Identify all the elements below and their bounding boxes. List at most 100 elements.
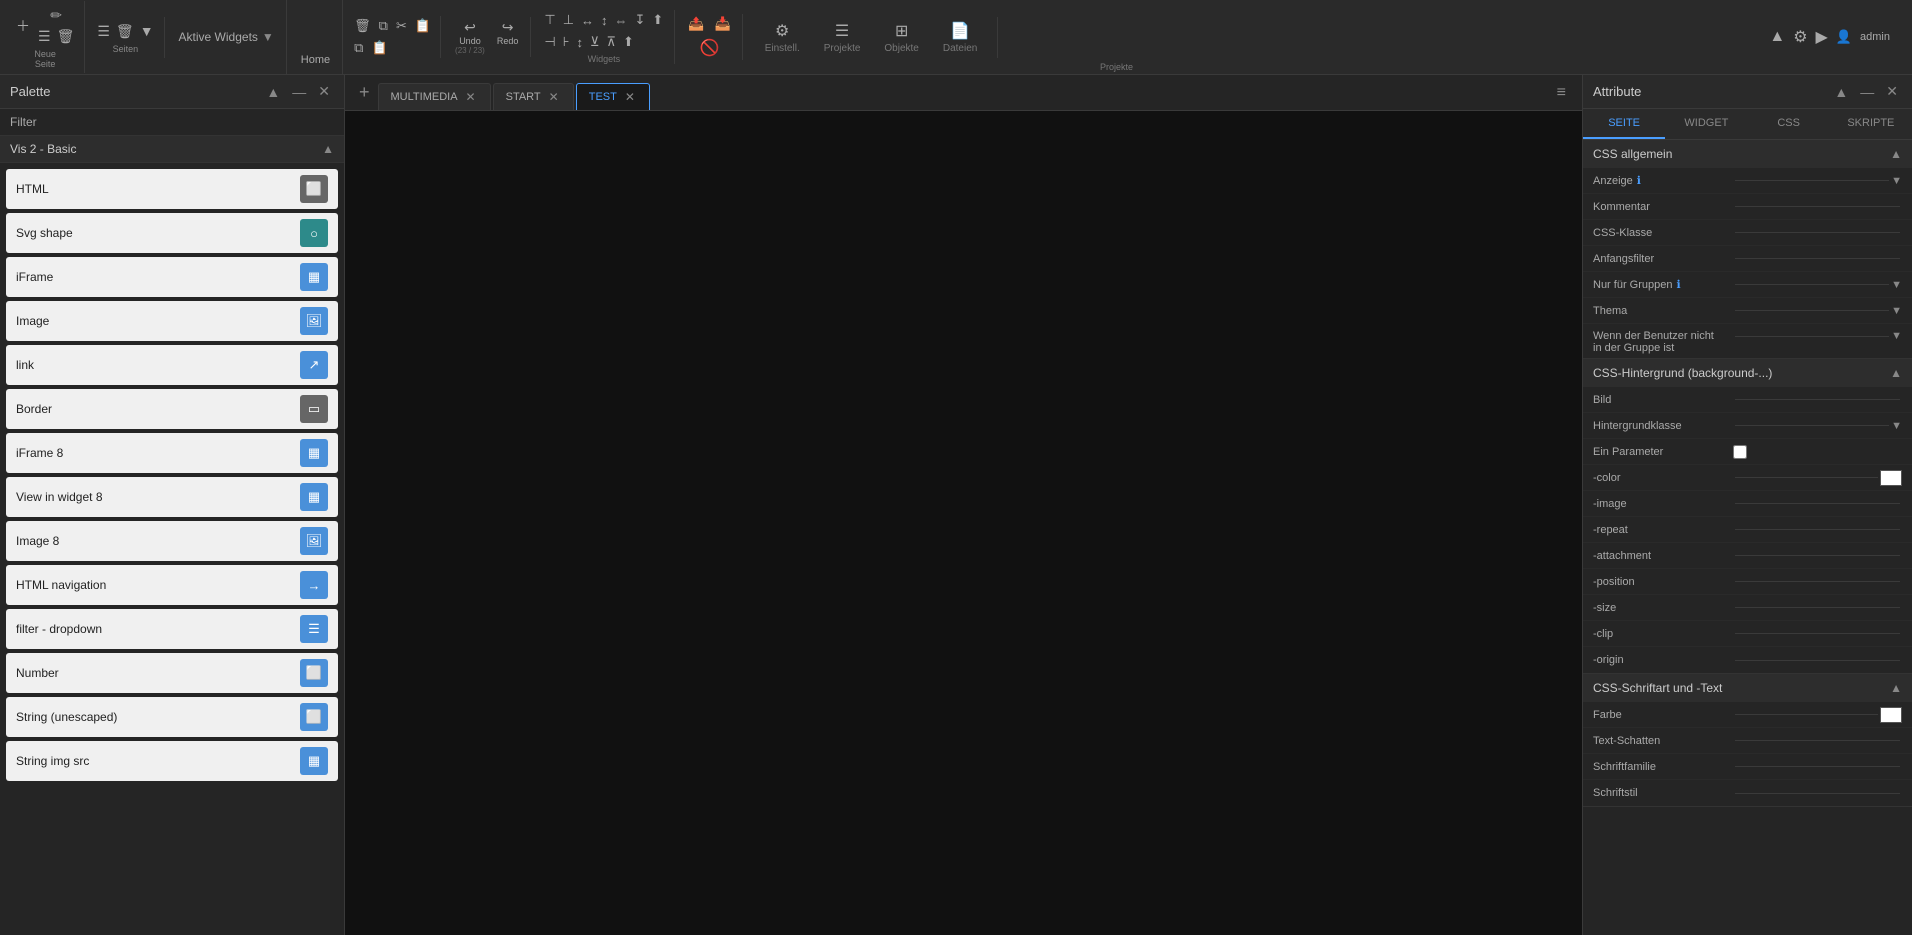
tab-css[interactable]: CSS: [1748, 109, 1830, 139]
attr-up-icon[interactable]: ▲: [1830, 81, 1852, 102]
import-icon[interactable]: ⊼: [603, 32, 619, 52]
add-tab-button[interactable]: +: [353, 80, 376, 105]
redo-button[interactable]: ↪ Redo: [493, 17, 523, 57]
list-item[interactable]: Image 8 🖼: [6, 521, 338, 561]
chevron-up-icon[interactable]: ▲: [1769, 28, 1785, 46]
seiten-dropdown-icon[interactable]: ▼: [138, 21, 156, 42]
css-schriftart-header[interactable]: CSS-Schriftart und -Text ▲: [1583, 674, 1912, 702]
list-item[interactable]: Number ⬜: [6, 653, 338, 693]
dateien-button[interactable]: 📄 Dateien: [935, 17, 985, 58]
css-schriftart-section: CSS-Schriftart und -Text ▲ Farbe Text-Sc…: [1583, 674, 1912, 807]
list-item[interactable]: HTML ⬜: [6, 169, 338, 209]
paste-icon[interactable]: 📋: [412, 16, 434, 36]
dist-v-icon[interactable]: ⊦: [560, 32, 573, 52]
screen-import-icon[interactable]: 📥: [712, 14, 734, 34]
settings-icon[interactable]: ⚙: [1793, 27, 1807, 47]
color-swatch-text[interactable]: [1880, 707, 1902, 723]
tab-test[interactable]: TEST ✕: [576, 83, 650, 110]
info-icon-gruppen[interactable]: ℹ: [1676, 278, 1680, 291]
tab-seite[interactable]: SEITE: [1583, 109, 1665, 139]
tab-multimedia[interactable]: MULTIMEDIA ✕: [378, 83, 491, 110]
attr-minimize-icon[interactable]: —: [1856, 81, 1878, 102]
close-tab-multimedia[interactable]: ✕: [464, 90, 478, 104]
palette-close-icon[interactable]: ✕: [314, 81, 334, 102]
list-item[interactable]: Border ▭: [6, 389, 338, 429]
close-tab-test[interactable]: ✕: [623, 90, 637, 104]
css-allgemein-header[interactable]: CSS allgemein ▲: [1583, 140, 1912, 168]
attr-line: [1735, 766, 1900, 767]
tab-start[interactable]: START ✕: [493, 83, 574, 110]
list-item[interactable]: iFrame 8 ▦: [6, 433, 338, 473]
align-right-icon[interactable]: ↧: [632, 10, 649, 30]
projekte-button[interactable]: ☰ Projekte: [816, 17, 869, 58]
plus-icon[interactable]: ＋: [14, 14, 32, 38]
color-swatch-bg[interactable]: [1880, 470, 1902, 486]
list-item[interactable]: filter - dropdown ☰: [6, 609, 338, 649]
export2-icon[interactable]: ⬆: [620, 32, 637, 52]
tab-label: MULTIMEDIA: [391, 91, 458, 103]
align-left-icon[interactable]: ↕: [598, 10, 611, 30]
canvas-menu-icon[interactable]: ≡: [1549, 80, 1574, 106]
palette-section-header[interactable]: Vis 2 - Basic ▲: [0, 136, 344, 163]
seiten-delete-icon[interactable]: 🗑: [114, 21, 136, 42]
dist-h-icon[interactable]: ⊣: [541, 32, 558, 52]
export-icon[interactable]: ⬆: [649, 10, 666, 30]
ein-parameter-checkbox[interactable]: [1733, 445, 1747, 459]
widget-name: String img src: [16, 754, 89, 768]
align-top-icon[interactable]: ⊤: [541, 10, 558, 30]
hintergrundklasse-dropdown-icon[interactable]: ▼: [1891, 420, 1902, 432]
seiten-group: ☰ 🗑 ▼ Seiten: [87, 17, 164, 58]
list-item[interactable]: Image 🖼: [6, 301, 338, 341]
cut-icon[interactable]: ✂: [393, 16, 410, 36]
dist-eq-icon[interactable]: ↕: [573, 32, 586, 52]
list-item[interactable]: String img src ▦: [6, 741, 338, 781]
attribute-header: Attribute ▲ — ✕: [1583, 75, 1912, 109]
list-item[interactable]: String (unescaped) ⬜: [6, 697, 338, 737]
dist-mid-icon[interactable]: ⊻: [587, 32, 603, 52]
palette-header-buttons: ▲ — ✕: [262, 81, 334, 102]
close-tab-start[interactable]: ✕: [547, 90, 561, 104]
align-middle-icon[interactable]: ⊥: [560, 10, 577, 30]
gruppen-dropdown-icon[interactable]: ▼: [1891, 279, 1902, 291]
attr-line: [1735, 284, 1889, 285]
anzeige-dropdown-icon[interactable]: ▼: [1891, 175, 1902, 187]
edit-icon[interactable]: ✏: [48, 5, 64, 26]
delete-icon[interactable]: 🗑: [55, 26, 77, 47]
list-item[interactable]: View in widget 8 ▦: [6, 477, 338, 517]
attr-value-position: [1733, 581, 1902, 582]
attr-row-text-schatten: Text-Schatten: [1583, 728, 1912, 754]
play-icon[interactable]: ▶: [1816, 27, 1828, 47]
screen-export-icon[interactable]: 📤: [685, 14, 707, 34]
delete-widget-icon[interactable]: 🗑: [351, 16, 374, 36]
attr-close-icon[interactable]: ✕: [1882, 81, 1902, 102]
info-icon[interactable]: ℹ: [1637, 174, 1641, 187]
copy-icon[interactable]: ⧉: [376, 16, 391, 36]
wenn-benutzer-dropdown-icon[interactable]: ▼: [1891, 330, 1902, 342]
objekte-button[interactable]: ⊞ Objekte: [876, 17, 926, 58]
undo-button[interactable]: ↩ Undo (23 / 23): [451, 17, 489, 57]
list-item[interactable]: Svg shape ○: [6, 213, 338, 253]
list-item[interactable]: HTML navigation →: [6, 565, 338, 605]
einstell-button[interactable]: ⚙ Einstell.: [757, 17, 808, 58]
css-hintergrund-header[interactable]: CSS-Hintergrund (background-...) ▲: [1583, 359, 1912, 387]
seiten-list-icon[interactable]: ☰: [95, 21, 112, 42]
camera-icon[interactable]: 🚫: [697, 36, 723, 60]
menu-icon[interactable]: ☰: [36, 26, 53, 47]
align-center-icon[interactable]: ⇔: [612, 10, 631, 30]
tab-skripte[interactable]: SKRIPTE: [1830, 109, 1912, 139]
paste2-icon[interactable]: 📋: [368, 38, 390, 58]
widget-name: iFrame 8: [16, 446, 63, 460]
css-hintergrund-section: CSS-Hintergrund (background-...) ▲ Bild …: [1583, 359, 1912, 674]
palette-minimize-icon[interactable]: —: [288, 81, 310, 102]
tab-widget[interactable]: WIDGET: [1665, 109, 1747, 139]
align-bottom-icon[interactable]: ↔: [578, 10, 597, 30]
copy2-icon[interactable]: ⧉: [351, 38, 366, 58]
palette-up-icon[interactable]: ▲: [262, 81, 284, 102]
main-layout: Palette ▲ — ✕ Filter Vis 2 - Basic ▲ HTM…: [0, 75, 1912, 935]
attr-label-schriftfamilie: Schriftfamilie: [1593, 761, 1733, 773]
thema-dropdown-icon[interactable]: ▼: [1891, 305, 1902, 317]
aktive-widgets-dropdown[interactable]: ▼: [262, 30, 274, 44]
list-item[interactable]: link ↗: [6, 345, 338, 385]
list-item[interactable]: iFrame ▦: [6, 257, 338, 297]
attr-value-kommentar: [1733, 206, 1902, 207]
